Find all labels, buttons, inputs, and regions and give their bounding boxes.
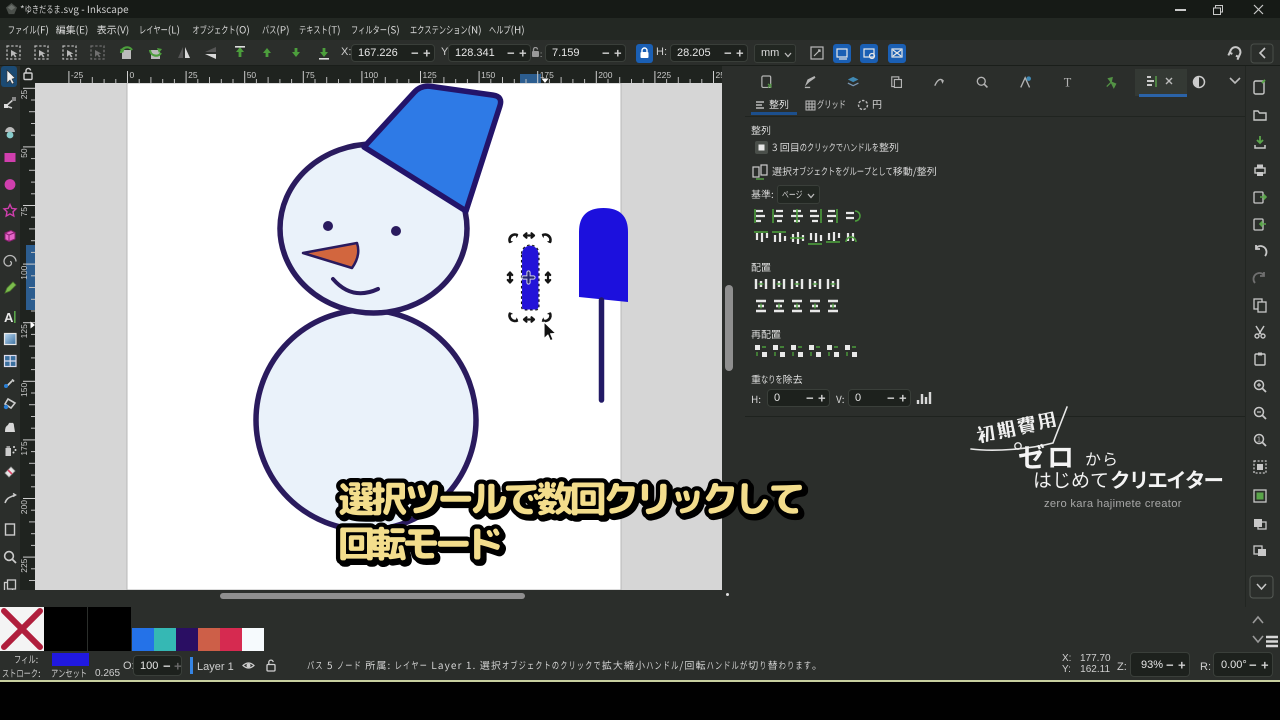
svg-text:200: 200: [598, 70, 612, 80]
svg-text:-25: -25: [71, 70, 84, 80]
svg-text::: :: [540, 50, 542, 58]
svg-text:A: A: [4, 310, 14, 325]
svg-text:150: 150: [20, 383, 29, 397]
svg-text:200: 200: [20, 500, 29, 514]
svg-text:175: 175: [20, 441, 29, 455]
svg-text:125: 125: [20, 324, 29, 338]
svg-text:75: 75: [20, 207, 29, 217]
svg-text:100: 100: [20, 265, 29, 279]
svg-text:50: 50: [20, 148, 29, 158]
svg-text:75: 75: [305, 70, 315, 80]
svg-text:225: 225: [657, 70, 671, 80]
svg-text:50: 50: [247, 70, 257, 80]
svg-text:100: 100: [364, 70, 378, 80]
svg-text:25: 25: [20, 90, 29, 100]
svg-text:125: 125: [423, 70, 437, 80]
svg-text:0: 0: [130, 70, 135, 80]
svg-text:25: 25: [188, 70, 198, 80]
svg-text:225: 225: [20, 558, 29, 572]
svg-text:150: 150: [481, 70, 495, 80]
